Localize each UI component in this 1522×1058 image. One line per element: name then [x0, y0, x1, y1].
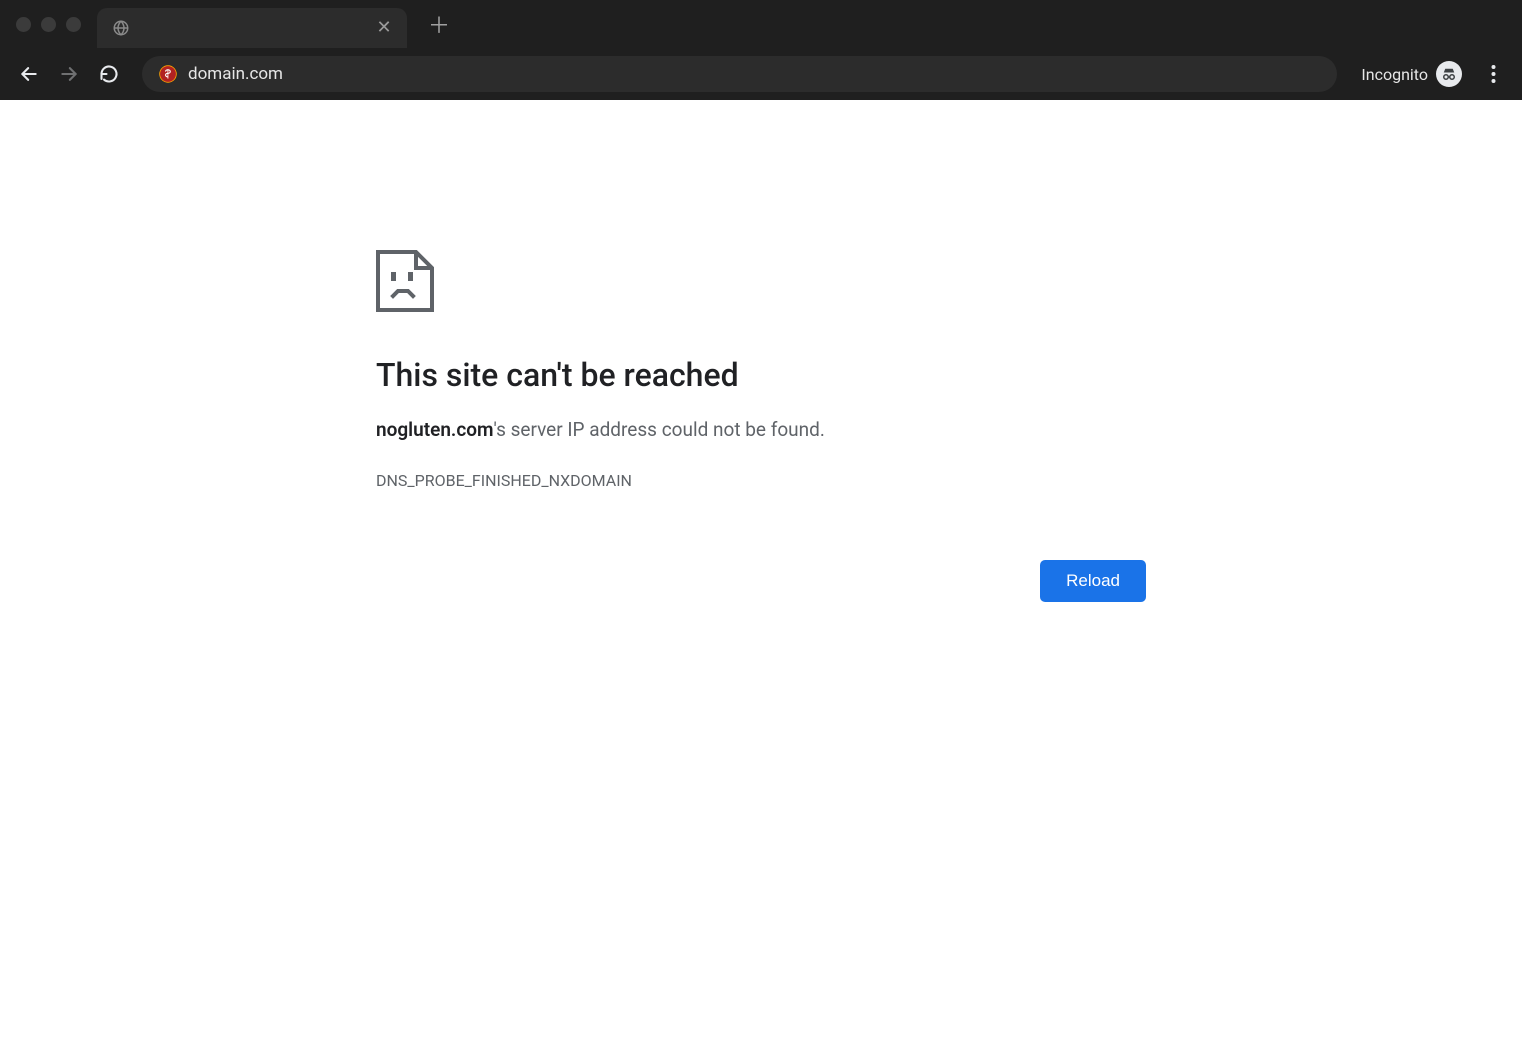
window-controls [16, 17, 81, 32]
error-domain: nogluten.com [376, 418, 494, 441]
error-code: DNS_PROBE_FINISHED_NXDOMAIN [376, 471, 1146, 490]
globe-icon [111, 18, 131, 38]
nav-forward-button [54, 59, 84, 89]
tab-bar: ✕ ＋ [0, 0, 1522, 48]
window-close-button[interactable] [16, 17, 31, 32]
error-heading: This site can't be reached [376, 356, 1146, 394]
new-tab-button[interactable]: ＋ [425, 10, 453, 38]
window-minimize-button[interactable] [41, 17, 56, 32]
nav-back-button[interactable] [14, 59, 44, 89]
browser-menu-button[interactable] [1478, 59, 1508, 89]
error-body-text: 's server IP address could not be found. [494, 418, 825, 441]
reload-icon-button[interactable] [94, 59, 124, 89]
address-bar-row: domain.com Incognito [0, 48, 1522, 100]
browser-tab[interactable]: ✕ [97, 8, 407, 48]
incognito-indicator[interactable]: Incognito [1361, 61, 1462, 87]
page-content: This site can't be reached nogluten.com'… [0, 100, 1522, 602]
address-bar[interactable]: domain.com [142, 56, 1337, 92]
error-body: nogluten.com's server IP address could n… [376, 416, 1146, 445]
window-maximize-button[interactable] [66, 17, 81, 32]
browser-chrome: ✕ ＋ [0, 0, 1522, 100]
sad-document-icon [376, 250, 1146, 316]
button-row: Reload [376, 560, 1146, 602]
tab-close-icon[interactable]: ✕ [375, 19, 393, 37]
error-container: This site can't be reached nogluten.com'… [366, 100, 1156, 602]
site-info-icon[interactable] [158, 64, 178, 84]
url-input[interactable]: domain.com [188, 64, 1321, 84]
incognito-icon [1436, 61, 1462, 87]
reload-button[interactable]: Reload [1040, 560, 1146, 602]
incognito-label: Incognito [1361, 65, 1428, 84]
